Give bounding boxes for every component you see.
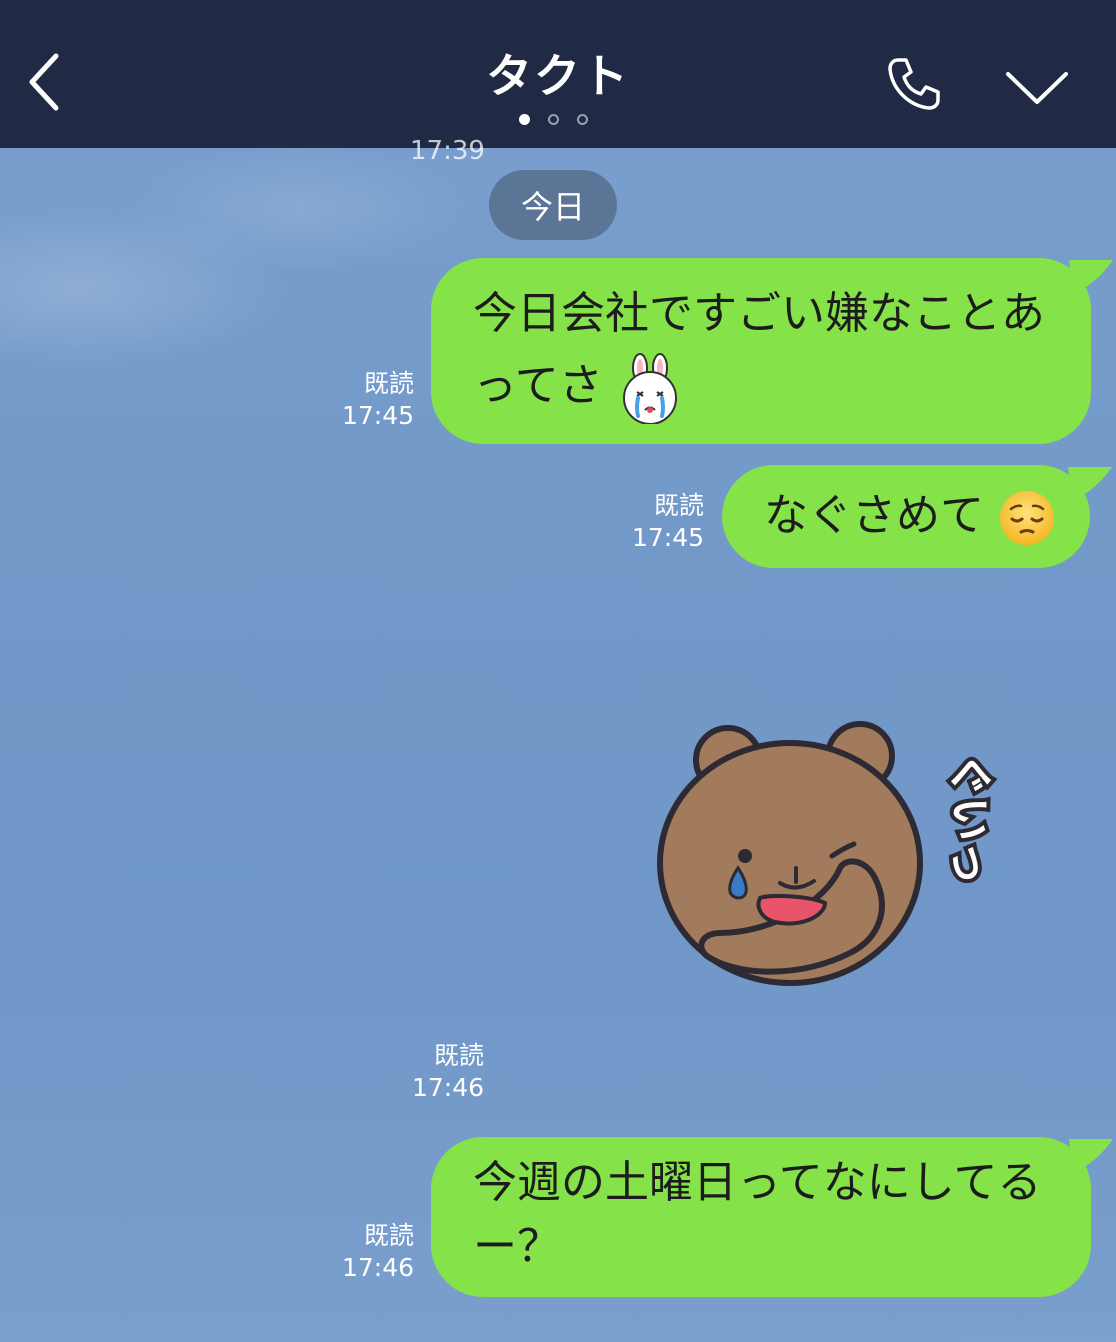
page-dot-3	[577, 114, 588, 125]
page-dot-1	[519, 114, 530, 125]
message-text: なぐさめて	[764, 490, 984, 541]
pensive-face-emoji	[1000, 491, 1054, 545]
crying-bunny-emoji	[622, 353, 677, 424]
bubble-tail	[1069, 1139, 1113, 1173]
message-bubble[interactable]: なぐさめて	[722, 465, 1112, 568]
message-text-line: 今日会社ですごい嫌なことあ	[473, 288, 1045, 339]
message-meta: 既読 17:46	[330, 1220, 414, 1284]
menu-dropdown-button[interactable]	[1004, 68, 1070, 108]
phone-icon	[888, 58, 940, 110]
bear-sticker-image: ぐいっ	[657, 721, 999, 986]
sticker-caption: ぐいっ	[944, 753, 995, 885]
chevron-down-icon	[1006, 72, 1068, 104]
message-meta: 既読 17:45	[330, 368, 414, 432]
crying-bear-sticker[interactable]: ぐいっ	[650, 718, 1020, 1008]
message-bubble[interactable]: 今週の土曜日ってなにしてる ー？	[431, 1137, 1113, 1297]
call-button[interactable]	[884, 54, 944, 114]
message-meta: 既読 17:46	[400, 1040, 484, 1104]
message-time: 17:45	[631, 523, 704, 552]
chat-header: タクト	[0, 0, 1116, 148]
page-indicator	[519, 114, 588, 125]
message-text-line: ってさ	[473, 350, 1061, 424]
message-text: ってさ	[473, 360, 603, 411]
message-time: 17:45	[341, 401, 414, 430]
read-receipt: 既読	[363, 1221, 414, 1250]
bubble-tail	[1069, 260, 1113, 294]
message-time: 17:46	[411, 1073, 484, 1102]
message-meta: 既読 17:45	[620, 490, 704, 554]
read-receipt: 既読	[653, 491, 704, 520]
message-time: 17:46	[341, 1253, 414, 1282]
bubble-tail	[1068, 467, 1112, 501]
message-text-line: 今週の土曜日ってなにしてる	[473, 1157, 1042, 1208]
message-bubble[interactable]: 今日会社ですごい嫌なことあ ってさ	[431, 258, 1113, 444]
read-receipt: 既読	[433, 1041, 484, 1070]
page-dot-2	[548, 114, 559, 125]
chat-title: タクト	[486, 49, 630, 103]
message-text-line: ー？	[473, 1221, 561, 1272]
svg-text:ぐいっ: ぐいっ	[944, 753, 995, 885]
date-separator: 今日	[489, 170, 617, 240]
read-receipt: 既読	[363, 369, 414, 398]
cut-off-timestamp: 17:39	[410, 136, 485, 166]
